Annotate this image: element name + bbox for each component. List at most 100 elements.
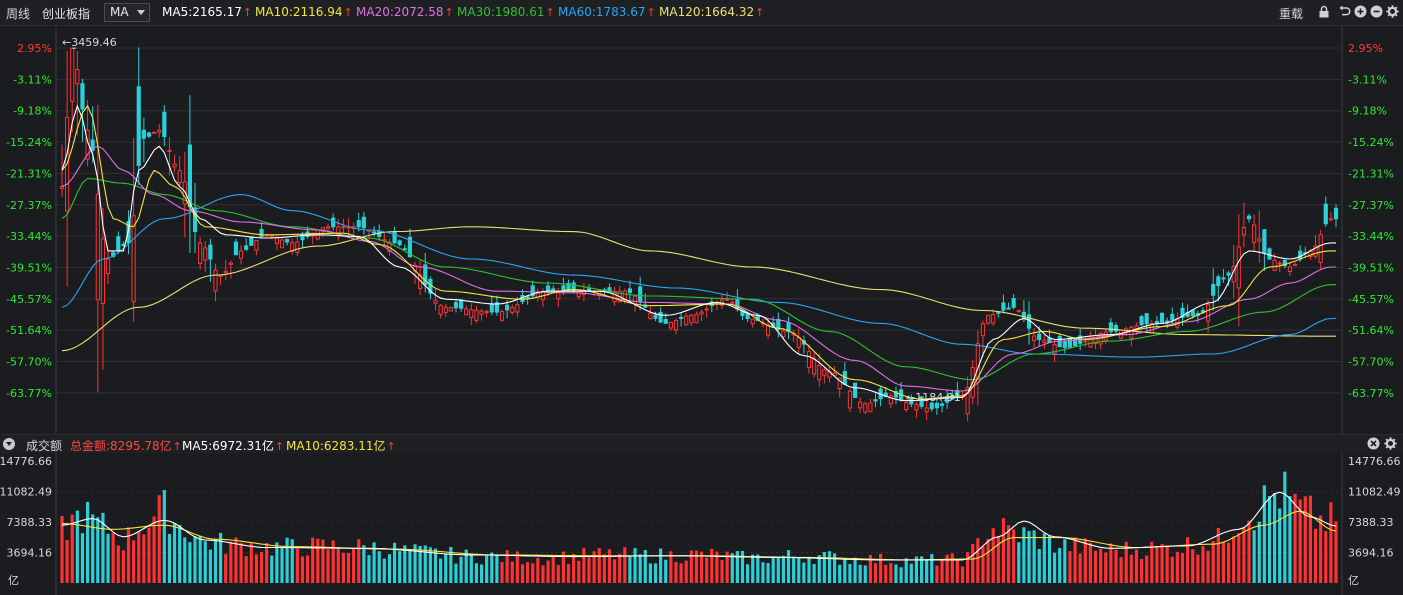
volume-title: 成交额 <box>26 439 63 453</box>
volume-tick-label: 11082.49 <box>0 486 52 499</box>
volume-settings-icon[interactable] <box>1384 437 1397 453</box>
price-chart[interactable]: 2.95% -3.11% -9.18% -15.24% -21.31% -27.37% -3… <box>0 26 1403 434</box>
volume-bar-down <box>1267 496 1272 583</box>
gear-icon[interactable] <box>1385 5 1399 19</box>
candle-up <box>694 313 699 324</box>
volume-bar-up <box>526 562 530 583</box>
undo-icon[interactable] <box>1337 5 1351 19</box>
volume-bar-up <box>239 542 243 583</box>
candle-up <box>796 337 801 348</box>
volume-bar-down <box>198 535 202 583</box>
indicator-select-value: MA <box>110 5 129 19</box>
candle-up <box>812 358 817 375</box>
candle-up <box>684 315 689 326</box>
candle-down <box>244 245 249 250</box>
volume-bar-down <box>387 554 392 583</box>
price-tick-label: -21.31% <box>1348 167 1394 180</box>
candle-up <box>1042 339 1047 343</box>
volume-bar-up <box>300 556 305 583</box>
candle-up <box>131 215 136 303</box>
period-label[interactable]: 周线 <box>6 5 30 22</box>
volume-bar-down <box>802 562 806 583</box>
volume-bar-up <box>981 546 985 583</box>
volume-bar-down <box>1032 530 1036 583</box>
candle-up <box>515 304 520 313</box>
candle-up <box>198 242 203 264</box>
volume-chart[interactable]: 14776.66 14776.66 11082.49 11082.49 7388.33 7… <box>0 453 1403 595</box>
candle-up <box>433 300 438 304</box>
volume-bar-down <box>1288 496 1292 583</box>
volume-bar-down <box>904 558 908 583</box>
volume-bar-up <box>316 538 320 583</box>
volume-tick-label: 14776.66 <box>1348 455 1401 468</box>
zoom-out-icon[interactable] <box>1369 5 1383 19</box>
collapse-icon[interactable] <box>3 438 15 450</box>
volume-bar-down <box>812 563 816 583</box>
volume-bar-up <box>1201 546 1205 583</box>
candle-up <box>1257 238 1262 242</box>
volume-tick-label: 3694.16 <box>1348 547 1394 560</box>
volume-bar-up <box>142 534 146 583</box>
candle-down <box>1211 284 1216 296</box>
candle-down <box>658 311 663 323</box>
price-tick-label: -21.31% <box>6 167 52 180</box>
index-name: 创业板指 <box>42 7 91 21</box>
volume-bar-down <box>459 556 463 583</box>
zoom-in-icon[interactable] <box>1353 5 1367 19</box>
volume-bar-up <box>132 540 136 583</box>
volume-bar-down <box>1053 552 1057 583</box>
candle-down <box>1159 312 1165 323</box>
candle-down <box>1006 307 1011 310</box>
price-tick-label: -63.77% <box>6 387 52 400</box>
close-icon[interactable] <box>1367 437 1380 453</box>
candle-up <box>223 270 228 274</box>
volume-bar-up <box>684 560 688 583</box>
price-tick-label: -9.18% <box>1348 105 1387 118</box>
volume-bar-down <box>781 555 786 583</box>
price-tick-label: -63.77% <box>1348 387 1394 400</box>
volume-bar-down <box>633 548 637 583</box>
volume-bar-down <box>403 545 407 583</box>
volume-bar-up <box>1226 542 1231 583</box>
volume-unit-left: 亿 <box>8 574 19 587</box>
candle-down <box>1067 337 1073 348</box>
candle-up <box>689 314 694 324</box>
candle-up <box>75 69 80 85</box>
high-annotation: ←3459.46 <box>62 36 117 49</box>
volume-bar-up <box>597 548 601 583</box>
volume-bar-down <box>786 550 791 583</box>
volume-bar-up <box>1134 549 1139 583</box>
price-tick-label: -39.51% <box>6 261 52 274</box>
candle-down <box>453 302 459 309</box>
restore-button[interactable]: 重载 <box>1279 5 1303 22</box>
candle-down <box>136 86 141 166</box>
indicator-select[interactable]: MA <box>104 3 150 22</box>
volume-bar-up <box>1237 533 1241 583</box>
candle-up <box>1292 264 1298 267</box>
volume-bar-up <box>879 553 883 583</box>
candle-down <box>1144 313 1149 325</box>
candle-down <box>356 220 361 228</box>
price-tick-label: -15.24% <box>1348 136 1394 149</box>
candle-down <box>1021 311 1026 320</box>
candle-down <box>361 216 366 229</box>
volume-bar-down <box>167 533 172 583</box>
candle-up <box>269 235 274 238</box>
lock-icon[interactable] <box>1317 5 1331 19</box>
volume-bar-down <box>756 554 760 583</box>
volume-bar-up <box>1186 537 1190 583</box>
candle-down <box>249 237 254 246</box>
candle-down <box>285 238 290 243</box>
candle-down <box>372 231 377 234</box>
candle-down <box>1246 215 1252 220</box>
candle-down <box>1298 250 1303 260</box>
low-annotation: ←1184.91 <box>906 391 961 404</box>
volume-bar-up <box>254 554 259 583</box>
candle-down <box>545 285 551 292</box>
volume-bar-up <box>986 538 990 583</box>
volume-ma10: MA10:6283.11亿↑ <box>286 439 396 453</box>
volume-bar-up <box>70 514 74 583</box>
volume-bar-up <box>976 538 980 583</box>
volume-bar-down <box>1022 527 1026 583</box>
volume-bar-up <box>259 551 264 583</box>
